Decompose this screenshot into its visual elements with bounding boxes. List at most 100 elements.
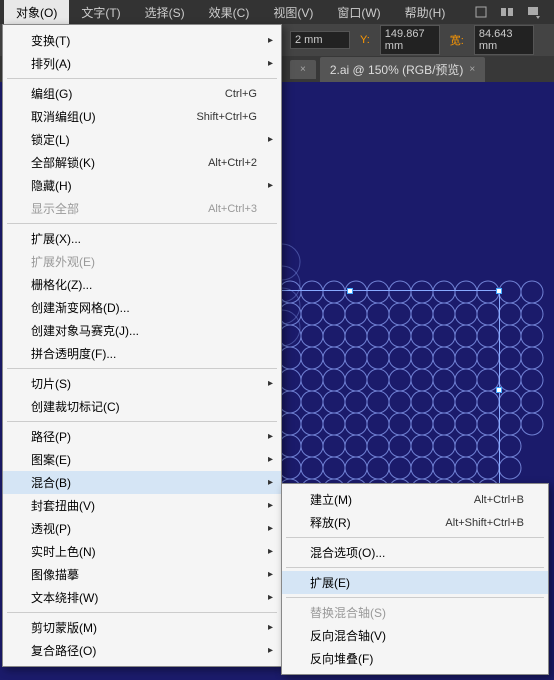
object-menu-separator bbox=[7, 421, 277, 422]
object-menu-item-13[interactable]: 创建渐变网格(D)... bbox=[3, 296, 281, 319]
object-menu-item-15[interactable]: 拼合透明度(F)... bbox=[3, 342, 281, 365]
menu-item-label: 扩展外观(E) bbox=[31, 253, 95, 270]
arrange-icon[interactable] bbox=[498, 3, 516, 21]
blend-submenu-separator bbox=[286, 567, 544, 568]
object-menu-item-7[interactable]: 隐藏(H) bbox=[3, 174, 281, 197]
object-menu-item-30[interactable]: 复合路径(O) bbox=[3, 639, 281, 662]
object-menu-item-8: 显示全部 Alt+Ctrl+3 bbox=[3, 197, 281, 220]
blend-submenu-item-3[interactable]: 混合选项(O)... bbox=[282, 541, 548, 564]
tab-prev-close[interactable]: × bbox=[290, 60, 316, 79]
handle-ne[interactable] bbox=[496, 288, 502, 294]
object-menu-item-24[interactable]: 透视(P) bbox=[3, 517, 281, 540]
menu-item-label: 实时上色(N) bbox=[31, 543, 96, 560]
menu-item-label: 扩展(X)... bbox=[31, 230, 81, 247]
blend-submenu-item-9[interactable]: 反向堆叠(F) bbox=[282, 647, 548, 670]
menu-item-label: 创建渐变网格(D)... bbox=[31, 299, 130, 316]
menu-item-label: 混合选项(O)... bbox=[310, 544, 385, 561]
object-menu-item-3[interactable]: 编组(G)Ctrl+G bbox=[3, 82, 281, 105]
y-field[interactable]: 149.867 mm bbox=[380, 25, 440, 55]
tab-label: 2.ai @ 150% (RGB/预览) bbox=[330, 61, 464, 78]
menu-item-label: 创建裁切标记(C) bbox=[31, 398, 120, 415]
menu-type[interactable]: 文字(T) bbox=[69, 0, 132, 25]
menu-item-label: 变换(T) bbox=[31, 32, 70, 49]
object-menu-item-4[interactable]: 取消编组(U) Shift+Ctrl+G bbox=[3, 105, 281, 128]
object-menu-item-6[interactable]: 全部解锁(K) Alt+Ctrl+2 bbox=[3, 151, 281, 174]
object-menu-item-29[interactable]: 剪切蒙版(M) bbox=[3, 616, 281, 639]
menu-item-label: 显示全部 bbox=[31, 200, 79, 217]
menu-item-label: 替换混合轴(S) bbox=[310, 604, 386, 621]
menu-item-label: 排列(A) bbox=[31, 55, 71, 72]
doc-setup-icon[interactable] bbox=[472, 3, 490, 21]
w-field[interactable]: 84.643 mm bbox=[474, 25, 534, 55]
menu-item-label: 封套扭曲(V) bbox=[31, 497, 95, 514]
menu-item-shortcut: Shift+Ctrl+G bbox=[196, 111, 257, 123]
object-menu-separator bbox=[7, 223, 277, 224]
object-menu-item-18[interactable]: 创建裁切标记(C) bbox=[3, 395, 281, 418]
blend-submenu-separator bbox=[286, 597, 544, 598]
w-label: 宽: bbox=[446, 30, 468, 50]
blend-submenu-separator bbox=[286, 537, 544, 538]
object-menu-item-25[interactable]: 实时上色(N) bbox=[3, 540, 281, 563]
menu-item-label: 编组(G) bbox=[31, 85, 72, 102]
object-menu-item-0[interactable]: 变换(T) bbox=[3, 29, 281, 52]
object-menu-item-1[interactable]: 排列(A) bbox=[3, 52, 281, 75]
object-menu-item-10[interactable]: 扩展(X)... bbox=[3, 227, 281, 250]
menu-object[interactable]: 对象(O) bbox=[4, 0, 69, 25]
handle-e[interactable] bbox=[496, 387, 502, 393]
menubar: 对象(O) 文字(T) 选择(S) 效果(C) 视图(V) 窗口(W) 帮助(H… bbox=[0, 0, 554, 24]
menu-help[interactable]: 帮助(H) bbox=[393, 0, 458, 25]
object-menu-item-23[interactable]: 封套扭曲(V) bbox=[3, 494, 281, 517]
object-menu-item-11: 扩展外观(E) bbox=[3, 250, 281, 273]
blend-submenu-item-7: 替换混合轴(S) bbox=[282, 601, 548, 624]
menu-item-label: 全部解锁(K) bbox=[31, 154, 95, 171]
menu-item-shortcut: Alt+Shift+Ctrl+B bbox=[445, 517, 524, 529]
object-menu-item-14[interactable]: 创建对象马赛克(J)... bbox=[3, 319, 281, 342]
menu-item-label: 释放(R) bbox=[310, 514, 351, 531]
menu-item-label: 切片(S) bbox=[31, 375, 71, 392]
object-menu-item-12[interactable]: 栅格化(Z)... bbox=[3, 273, 281, 296]
value-field-1[interactable]: 2 mm bbox=[290, 31, 350, 49]
menu-item-label: 反向堆叠(F) bbox=[310, 650, 373, 667]
close-icon[interactable]: × bbox=[300, 64, 306, 75]
menu-item-label: 拼合透明度(F)... bbox=[31, 345, 116, 362]
menu-item-label: 扩展(E) bbox=[310, 574, 350, 591]
menu-item-label: 栅格化(Z)... bbox=[31, 276, 92, 293]
object-menu-item-5[interactable]: 锁定(L) bbox=[3, 128, 281, 151]
object-menu-item-17[interactable]: 切片(S) bbox=[3, 372, 281, 395]
menu-item-label: 路径(P) bbox=[31, 428, 71, 445]
object-menu-separator bbox=[7, 78, 277, 79]
menu-item-shortcut: Alt+Ctrl+3 bbox=[208, 203, 257, 215]
object-menu-item-21[interactable]: 图案(E) bbox=[3, 448, 281, 471]
menu-item-label: 图像描摹 bbox=[31, 566, 79, 583]
menu-item-shortcut: Alt+Ctrl+2 bbox=[208, 157, 257, 169]
menu-item-label: 建立(M) bbox=[310, 491, 352, 508]
menu-view[interactable]: 视图(V) bbox=[261, 0, 325, 25]
blend-submenu: 建立(M) Alt+Ctrl+B 释放(R) Alt+Shift+Ctrl+B 混合选项… bbox=[281, 483, 549, 675]
menu-item-label: 创建对象马赛克(J)... bbox=[31, 322, 139, 339]
menu-item-label: 透视(P) bbox=[31, 520, 71, 537]
blend-submenu-item-1[interactable]: 释放(R) Alt+Shift+Ctrl+B bbox=[282, 511, 548, 534]
menu-item-label: 图案(E) bbox=[31, 451, 71, 468]
blend-submenu-item-5[interactable]: 扩展(E) bbox=[282, 571, 548, 594]
object-menu-item-22[interactable]: 混合(B) bbox=[3, 471, 281, 494]
menu-select[interactable]: 选择(S) bbox=[133, 0, 197, 25]
menu-item-label: 剪切蒙版(M) bbox=[31, 619, 97, 636]
menu-item-label: 文本绕排(W) bbox=[31, 589, 98, 606]
menu-window[interactable]: 窗口(W) bbox=[325, 0, 392, 25]
object-menu-item-27[interactable]: 文本绕排(W) bbox=[3, 586, 281, 609]
workspace-dropdown-icon[interactable] bbox=[524, 3, 542, 21]
handle-n[interactable] bbox=[347, 288, 353, 294]
toolbar-right-icons bbox=[472, 3, 554, 21]
object-menu-item-20[interactable]: 路径(P) bbox=[3, 425, 281, 448]
object-menu-separator bbox=[7, 368, 277, 369]
blend-submenu-item-8[interactable]: 反向混合轴(V) bbox=[282, 624, 548, 647]
blend-submenu-item-0[interactable]: 建立(M) Alt+Ctrl+B bbox=[282, 488, 548, 511]
menu-item-label: 取消编组(U) bbox=[31, 108, 96, 125]
document-tab[interactable]: 2.ai @ 150% (RGB/预览) × bbox=[320, 57, 485, 82]
object-menu-item-26[interactable]: 图像描摹 bbox=[3, 563, 281, 586]
close-icon[interactable]: × bbox=[469, 64, 475, 75]
menu-item-shortcut: Alt+Ctrl+B bbox=[474, 494, 524, 506]
menu-item-label: 反向混合轴(V) bbox=[310, 627, 386, 644]
menu-item-label: 隐藏(H) bbox=[31, 177, 72, 194]
menu-effect[interactable]: 效果(C) bbox=[197, 0, 262, 25]
